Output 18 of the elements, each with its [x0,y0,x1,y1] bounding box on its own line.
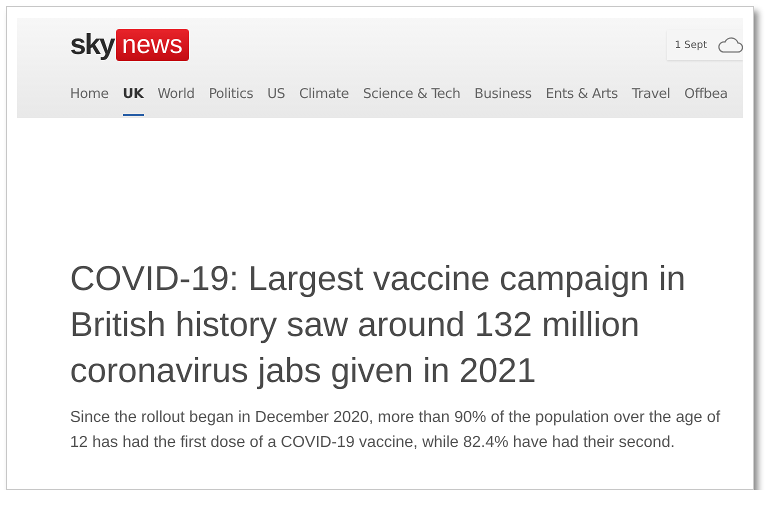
nav-link[interactable]: Home [70,86,109,116]
cloud-icon [717,37,743,53]
nav-link[interactable]: Climate [299,86,349,116]
logo-text: sky [70,28,114,62]
logo-badge: news [116,29,189,61]
nav-link[interactable]: US [267,86,286,116]
weather-widget[interactable]: 1 Sept [666,30,743,60]
nav-link[interactable]: Offbea [684,86,728,116]
headline: COVID-19: Largest vaccine campaign in British history saw around 132 million coronavirus jabs given in 2021 [70,259,687,392]
nav-link[interactable]: Ents & Arts [546,86,618,116]
nav-link[interactable]: World [158,86,195,116]
nav-link[interactable]: Politics [208,86,254,116]
standfirst: Since the rollout began in December 2020, more than 90% of the population over the age of 12 has had the first dose of a COVID-19 vaccine, while 82.4% have had their second. [70,408,722,452]
nav-link[interactable]: Science & Tech [362,86,460,116]
weather-date: 1 Sept [674,40,707,50]
nav-link[interactable]: Travel [632,86,670,116]
nav-link[interactable]: UK [122,86,144,116]
nav-link[interactable]: Business [474,86,532,116]
